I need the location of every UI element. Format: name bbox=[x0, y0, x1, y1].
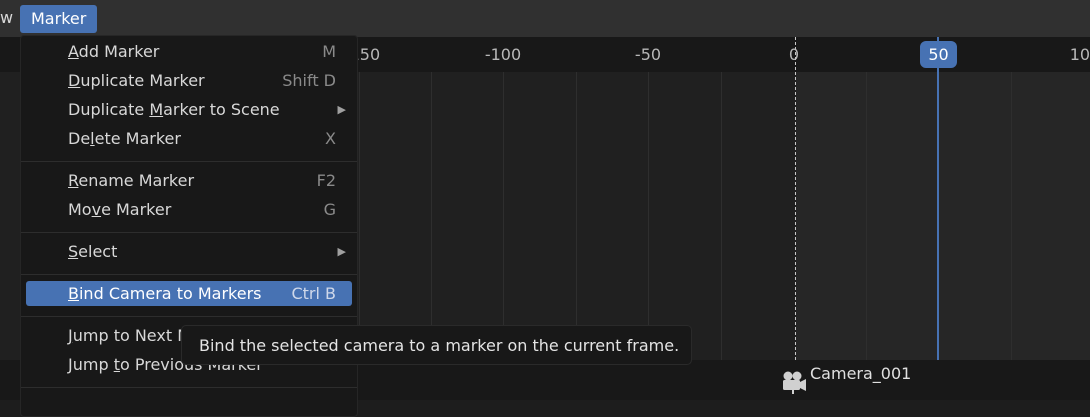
ruler-tick: 100 bbox=[1069, 45, 1090, 64]
shortcut-label: Ctrl B bbox=[291, 284, 336, 303]
menu-item-label: Add Marker bbox=[68, 42, 160, 61]
camera-marker-label[interactable]: Camera_001 bbox=[810, 364, 911, 383]
menu-separator bbox=[21, 161, 357, 162]
menu-item-duplicate-marker[interactable]: Duplicate Marker Shift D bbox=[26, 68, 352, 93]
menu-item-label: Bind Camera to Markers bbox=[68, 284, 262, 303]
frame-zero-line bbox=[795, 37, 796, 400]
view-menu[interactable]: w bbox=[0, 8, 13, 27]
menu-item-label: Duplicate Marker to Scene bbox=[68, 100, 280, 119]
menu-item-label: Move Marker bbox=[68, 200, 172, 219]
menu-item-move-marker[interactable]: Move Marker G bbox=[26, 197, 352, 222]
tooltip: Bind the selected camera to a marker on … bbox=[181, 325, 692, 365]
grid-line bbox=[503, 72, 504, 360]
shortcut-label: M bbox=[322, 42, 336, 61]
grid-line bbox=[359, 72, 360, 360]
submenu-arrow-icon: ▶ bbox=[337, 103, 346, 116]
playhead[interactable] bbox=[937, 37, 939, 400]
menu-separator bbox=[21, 316, 357, 317]
ruler-tick: -50 bbox=[634, 45, 662, 64]
menu-item-select[interactable]: Select ▶ bbox=[26, 239, 352, 264]
grid-line bbox=[648, 72, 649, 360]
shortcut-label: Shift D bbox=[282, 71, 336, 90]
grid-line bbox=[1011, 72, 1012, 360]
shortcut-label: X bbox=[325, 129, 336, 148]
menu-item-duplicate-marker-to-scene[interactable]: Duplicate Marker to Scene ▶ bbox=[26, 97, 352, 122]
current-frame-badge[interactable]: 50 bbox=[920, 41, 957, 68]
menu-item-delete-marker[interactable]: Delete Marker X bbox=[26, 126, 352, 151]
menu-item-bind-camera-to-markers[interactable]: Bind Camera to Markers Ctrl B bbox=[26, 281, 352, 306]
ruler-tick: -100 bbox=[484, 45, 522, 64]
menu-separator bbox=[21, 274, 357, 275]
shortcut-label: F2 bbox=[316, 171, 336, 190]
shortcut-label: G bbox=[323, 200, 336, 219]
menu-separator bbox=[21, 232, 357, 233]
menu-item-label: Duplicate Marker bbox=[68, 71, 205, 90]
menu-item-label: Rename Marker bbox=[68, 171, 195, 190]
grid-line bbox=[576, 72, 577, 360]
menu-separator bbox=[21, 387, 357, 388]
menu-item-label: Select bbox=[68, 242, 118, 261]
timeline-header: w Marker bbox=[0, 0, 1090, 37]
grid-line bbox=[721, 72, 722, 360]
menu-item-add-marker[interactable]: Add Marker M bbox=[26, 39, 352, 64]
grid-line bbox=[866, 72, 867, 360]
menu-item-rename-marker[interactable]: Rename Marker F2 bbox=[26, 168, 352, 193]
submenu-arrow-icon: ▶ bbox=[337, 245, 346, 258]
grid-line bbox=[431, 72, 432, 360]
menu-item-label: Delete Marker bbox=[68, 129, 181, 148]
marker-menu[interactable]: Marker bbox=[20, 5, 98, 33]
ruler-tick: 0 bbox=[788, 45, 800, 64]
camera-icon[interactable] bbox=[781, 370, 807, 394]
